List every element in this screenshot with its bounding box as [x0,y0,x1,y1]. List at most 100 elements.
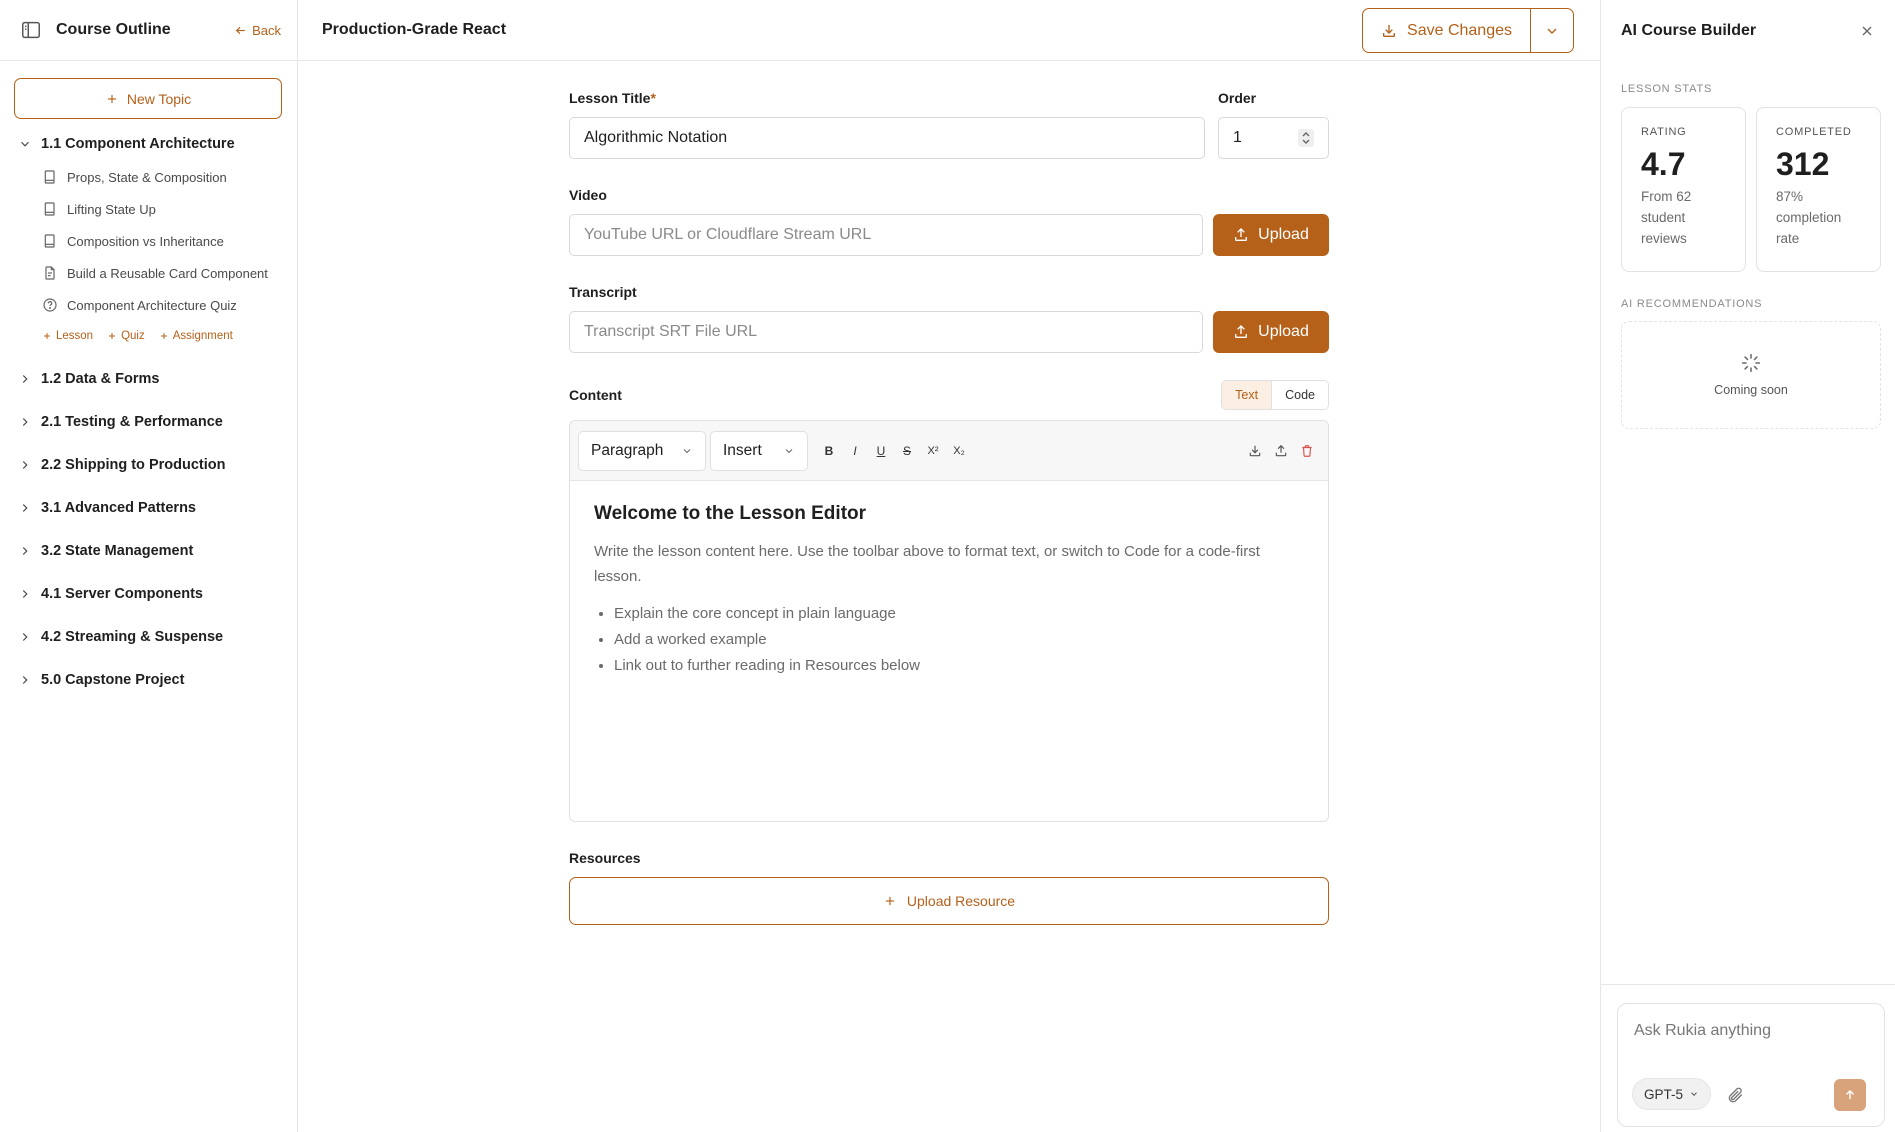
sidebar-header: Course Outline Back [0,0,297,61]
video-url-input[interactable] [584,226,1188,244]
quiz-icon [43,298,57,312]
chevron-down-icon [1547,28,1557,34]
plus-icon [44,333,50,339]
content-label: Content [569,387,622,403]
block-type-select[interactable]: Paragraph [578,430,706,471]
subscript-button[interactable]: X₂ [946,438,972,464]
topic-item[interactable]: 3.1 Advanced Patterns [0,486,298,529]
topic-label: 4.1 Server Components [41,585,203,602]
import-icon[interactable] [1242,438,1268,464]
topic-item[interactable]: 4.1 Server Components [0,572,298,615]
video-upload-button[interactable]: Upload [1213,214,1329,256]
chevron-right-icon [22,675,28,684]
topic-item[interactable]: 3.2 State Management [0,529,298,572]
topic-1-1[interactable]: 1.1 Component Architecture [0,133,298,155]
underline-button[interactable]: U [868,438,894,464]
plus-icon [160,333,167,339]
editor-bullet: Explain the core concept in plain langua… [614,601,1304,627]
rich-text-editor: Paragraph Insert B I U S X² X₂ Welcome t… [569,420,1329,822]
insert-select[interactable]: Insert [710,430,808,471]
topic-item[interactable]: 4.2 Streaming & Suspense [0,615,298,658]
lesson-item[interactable]: Build a Reusable Card Component [0,257,298,289]
chevron-right-icon [22,632,28,641]
topic-item[interactable]: 2.2 Shipping to Production [0,443,298,486]
ai-recommendations-box: Coming soon [1621,321,1881,429]
rating-card: RATING 4.7 From 62 student reviews [1621,107,1746,272]
chat-composer: Ask Rukia anything GPT-5 [1601,984,1895,1132]
mode-code-tab[interactable]: Code [1272,381,1328,409]
topic-item[interactable]: 1.2 Data & Forms [0,357,298,400]
add-assignment-link[interactable]: Assignment [159,330,233,342]
order-value: 1 [1233,129,1242,146]
lesson-label: Build a Reusable Card Component [67,265,268,281]
chevron-down-icon [683,448,691,453]
send-button[interactable] [1834,1079,1866,1111]
trash-icon[interactable] [1294,438,1320,464]
save-options-dropdown[interactable] [1531,9,1573,52]
add-assignment-label: Assignment [172,330,233,342]
upload-resource-button[interactable]: Upload Resource [569,877,1329,925]
add-lesson-link[interactable]: Lesson [42,330,93,342]
upload-icon [1235,228,1248,241]
editor-bullet: Add a worked example [614,627,1304,653]
topic-item[interactable]: 2.1 Testing & Performance [0,400,298,443]
lesson-title-input[interactable] [584,129,1190,147]
editor-paragraph: Write the lesson content here. Use the t… [594,543,1260,585]
completed-sub: 87% completion rate [1776,189,1842,246]
save-label: Save Changes [1407,21,1512,39]
model-select[interactable]: GPT-5 [1632,1078,1712,1110]
book-icon [44,170,55,184]
rating-sub: From 62 student reviews [1641,189,1692,246]
insert-value: Insert [723,441,762,459]
transcript-url-field[interactable] [569,311,1203,353]
transcript-url-input[interactable] [584,323,1188,341]
mode-text-tab[interactable]: Text [1222,381,1273,409]
sidebar-toggle-icon[interactable] [20,19,42,41]
paperclip-icon[interactable] [1726,1086,1744,1104]
order-stepper[interactable]: 1 [1218,117,1329,159]
strikethrough-button[interactable]: S [894,438,920,464]
editor-body[interactable]: Welcome to the Lesson Editor Write the l… [570,481,1328,821]
plus-icon [885,896,894,906]
transcript-upload-button[interactable]: Upload [1213,311,1329,353]
rating-value: 4.7 [1641,146,1686,182]
upload-label: Upload [1258,323,1309,340]
lesson-item[interactable]: Props, State & Composition [0,161,298,193]
arrow-left-icon [235,26,245,34]
topic-label: 3.1 Advanced Patterns [41,499,196,516]
ai-course-builder-panel: AI Course Builder LESSON STATS RATING 4.… [1600,0,1895,1132]
content-mode-toggle: Text Code [1221,380,1329,410]
topic-label: 3.2 State Management [41,542,194,559]
lesson-label: Component Architecture Quiz [67,297,237,313]
chat-input-box[interactable]: Ask Rukia anything GPT-5 [1617,1003,1885,1127]
chat-placeholder[interactable]: Ask Rukia anything [1634,1022,1771,1040]
close-icon[interactable] [1859,23,1875,39]
course-outline-sidebar: Course Outline Back New Topic 1.1 Compon… [0,0,298,1132]
upload-icon [1235,325,1248,338]
video-url-field[interactable] [569,214,1203,256]
transcript-label: Transcript [569,284,637,300]
chevron-right-icon [22,503,28,512]
add-quiz-link[interactable]: Quiz [107,330,145,342]
download-icon [1383,24,1396,37]
lesson-item[interactable]: Lifting State Up [0,193,298,225]
italic-button[interactable]: I [842,438,868,464]
bold-button[interactable]: B [816,438,842,464]
block-type-value: Paragraph [591,441,664,459]
lesson-label: Composition vs Inheritance [67,233,224,249]
topic-item[interactable]: 5.0 Capstone Project [0,658,298,701]
lesson-title-field[interactable] [569,117,1205,159]
stepper-arrows-icon[interactable] [1298,129,1314,147]
editor-toolbar: Paragraph Insert B I U S X² X₂ [570,421,1328,481]
superscript-button[interactable]: X² [920,438,946,464]
loading-spinner-icon [1741,353,1761,373]
save-changes-button[interactable]: Save Changes [1363,9,1531,52]
add-lesson-label: Lesson [56,330,94,342]
new-topic-button[interactable]: New Topic [14,78,282,119]
lesson-title-label-text: Lesson Title [569,90,651,106]
lesson-item[interactable]: Composition vs Inheritance [0,225,298,257]
lesson-item[interactable]: Component Architecture Quiz [0,289,298,321]
export-icon[interactable] [1268,438,1294,464]
back-link[interactable]: Back [234,23,281,38]
ai-panel-header: AI Course Builder [1601,0,1895,61]
